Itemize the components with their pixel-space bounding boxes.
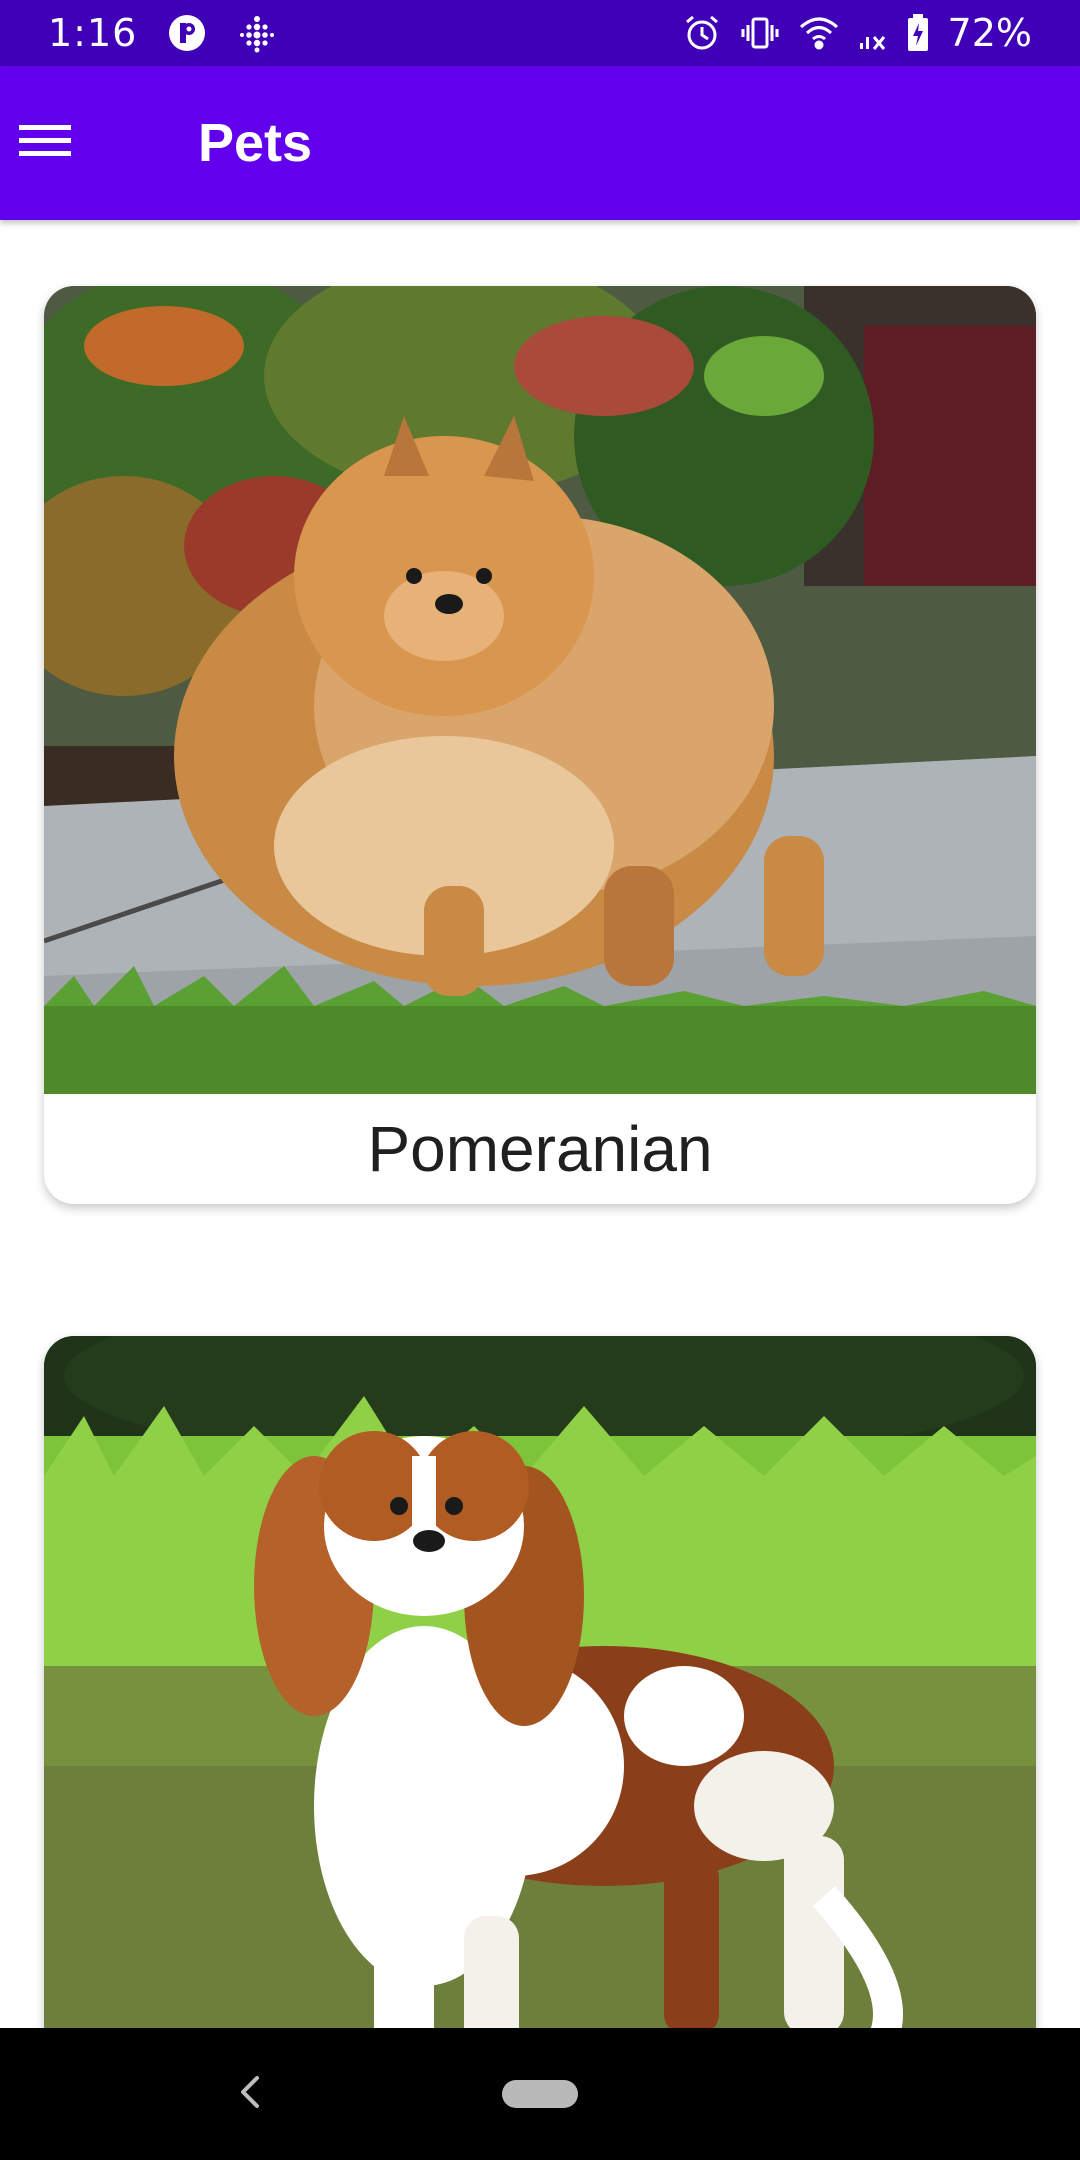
wifi-icon — [798, 13, 840, 53]
home-button[interactable] — [502, 2080, 578, 2108]
fitbit-icon — [237, 13, 277, 53]
pet-card-pomeranian[interactable]: Pomeranian — [44, 286, 1036, 1204]
app-bar: Pets — [0, 66, 1080, 220]
vibrate-icon — [740, 13, 780, 53]
pet-card-spaniel[interactable] — [44, 1336, 1036, 2028]
pet-list[interactable]: Pomeranian — [0, 220, 1080, 2028]
navigation-bar — [0, 2028, 1080, 2160]
alarm-icon — [682, 13, 722, 53]
status-left: 1:16 — [48, 11, 277, 55]
menu-button[interactable] — [0, 98, 90, 188]
battery-percent: 72% — [947, 11, 1032, 55]
hamburger-menu-icon — [19, 121, 71, 166]
page-title: Pets — [198, 113, 313, 173]
pet-name: Pomeranian — [367, 1113, 713, 1185]
cavalier-king-charles-spaniel-photo — [44, 1336, 1036, 2028]
pomeranian-photo — [44, 286, 1036, 1094]
app-notification-icon — [167, 13, 207, 53]
back-icon — [235, 2072, 265, 2117]
status-time: 1:16 — [48, 11, 138, 55]
back-button[interactable] — [220, 2064, 280, 2124]
status-bar: 1:16 72% — [0, 0, 1080, 66]
battery-charging-icon — [906, 13, 930, 53]
no-signal-icon — [858, 13, 888, 53]
status-right: 72% — [682, 11, 1032, 55]
